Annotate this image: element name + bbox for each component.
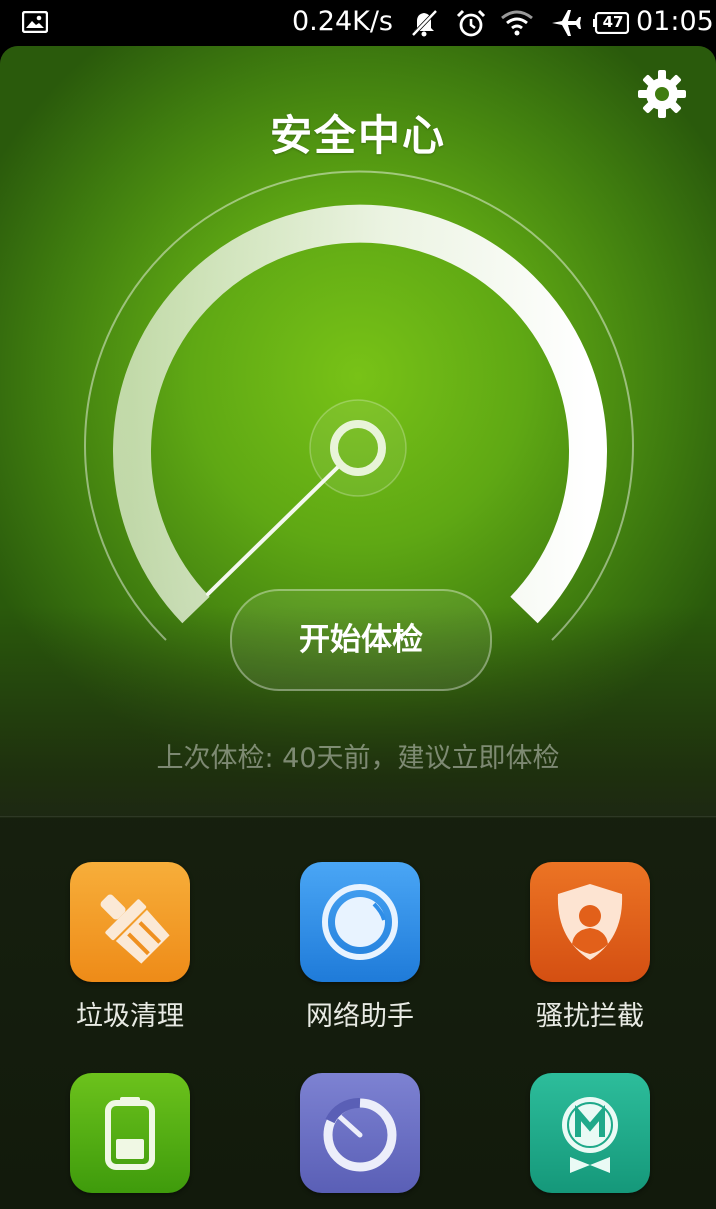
alarm-icon xyxy=(456,9,486,37)
tools-grid: 垃圾清理 网络助手 骚扰拦截 xyxy=(0,46,716,1209)
tool-speed-boost[interactable] xyxy=(260,1073,460,1209)
clock: 01:05 xyxy=(636,6,714,37)
airplane-mode-icon xyxy=(552,10,581,36)
tool-junk-cleanup[interactable]: 垃圾清理 xyxy=(30,862,230,1052)
tool-label: 骚扰拦截 xyxy=(536,1001,644,1032)
tool-m-badge[interactable] xyxy=(490,1073,690,1209)
network-speed: 0.24K/s xyxy=(292,6,393,37)
tool-label: 垃圾清理 xyxy=(76,1001,184,1032)
status-bar: 0.24K/s 47 01:05 xyxy=(0,0,716,46)
m-badge-icon xyxy=(530,1073,650,1193)
battery-indicator: 47 xyxy=(593,11,630,35)
battery-icon xyxy=(70,1073,190,1193)
security-center-app: 安全中心 开始体检 上次体检: 40天前，建议立即体检 垃圾清理 网络助手 骚扰… xyxy=(0,46,716,1209)
broom-icon xyxy=(70,862,190,982)
speedometer-icon xyxy=(300,1073,420,1193)
tool-label: 网络助手 xyxy=(306,1001,414,1032)
mute-icon xyxy=(411,9,438,37)
tool-network-assistant[interactable]: 网络助手 xyxy=(260,862,460,1052)
image-notification-icon xyxy=(22,11,48,33)
wifi-icon xyxy=(501,10,533,36)
network-ring-icon xyxy=(300,862,420,982)
tool-harassment-block[interactable]: 骚扰拦截 xyxy=(490,862,690,1052)
tool-battery[interactable] xyxy=(30,1073,230,1209)
battery-level: 47 xyxy=(602,13,624,31)
shield-user-icon xyxy=(530,862,650,982)
